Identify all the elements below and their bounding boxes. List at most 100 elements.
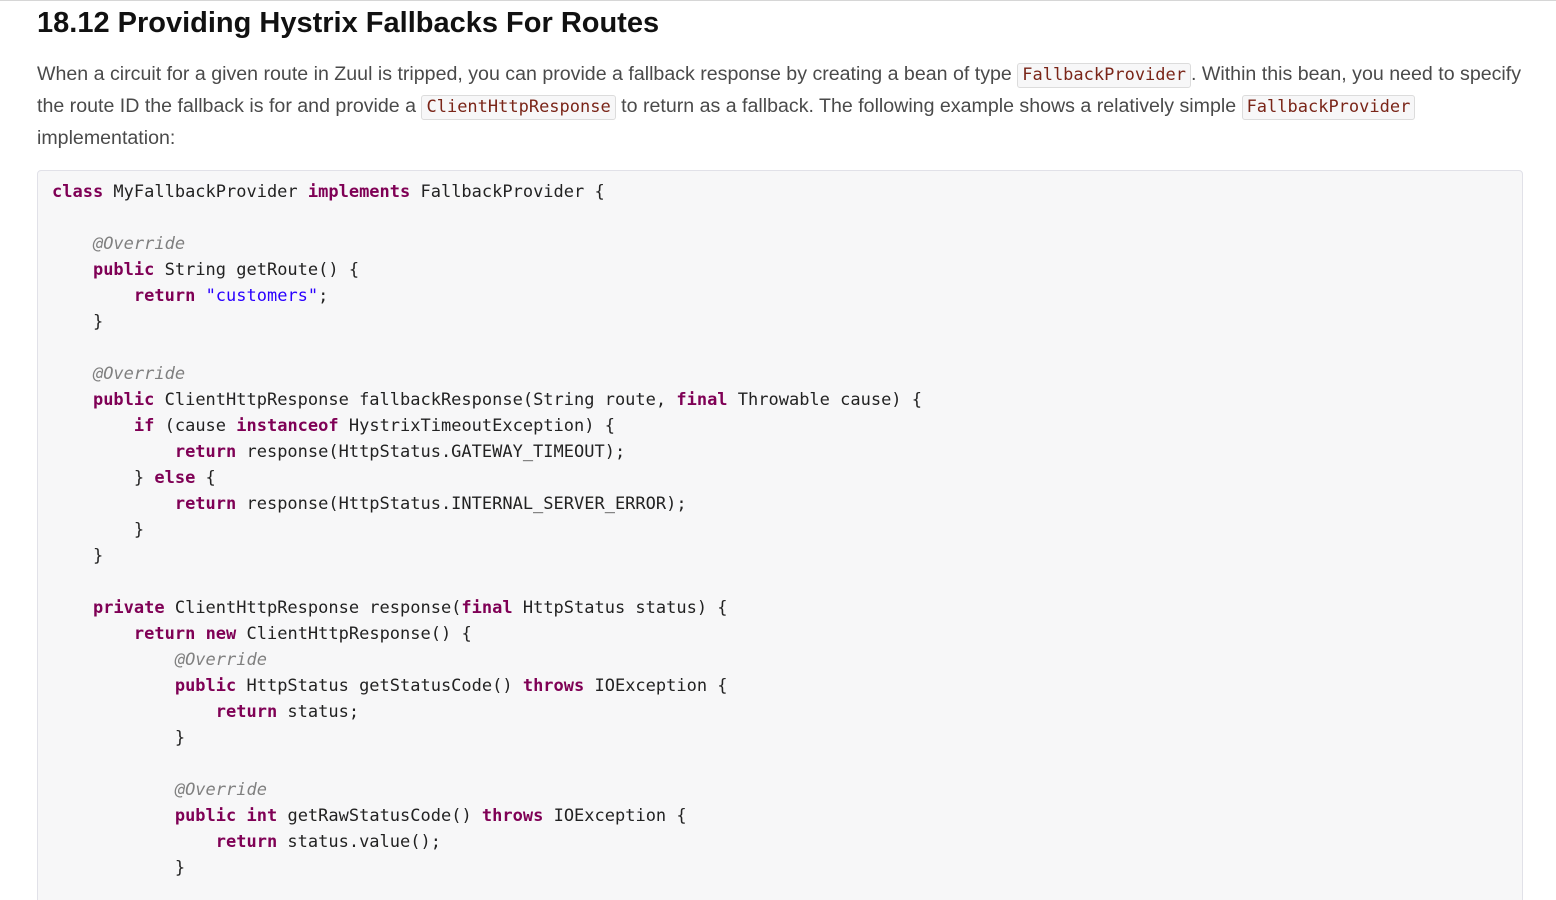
code-token-ann: @Override: [92, 234, 186, 254]
code-token-plain: status.value();: [277, 832, 441, 852]
code-token-plain: }: [52, 546, 104, 566]
code-line: return status.value();: [52, 829, 441, 855]
code-line: }: [52, 855, 185, 881]
code-token-plain: String getRoute() {: [154, 260, 360, 280]
code-token-plain: getRawStatusCode(): [277, 806, 482, 826]
code-token-kw: return: [133, 624, 196, 644]
code-line: return "customers";: [52, 283, 329, 309]
code-token-kw: return: [174, 494, 237, 514]
intro-text-4: implementation:: [37, 127, 176, 149]
code-token-kw: return: [174, 442, 237, 462]
inline-code-clienthttpresponse: ClientHttpResponse: [421, 95, 616, 120]
code-token-kw: final: [676, 390, 728, 410]
code-line: public String getRoute() {: [52, 257, 359, 283]
code-line: @Override: [52, 361, 185, 387]
code-line: }: [52, 725, 185, 751]
code-line: @Override: [52, 647, 267, 673]
code-token-ann: @Override: [174, 780, 267, 800]
code-token-kw: final: [461, 598, 513, 618]
code-token-kw: else: [154, 468, 196, 488]
code-token-plain: status;: [277, 702, 360, 722]
inline-code-fallbackprovider-2: FallbackProvider: [1241, 95, 1416, 120]
inline-code-fallbackprovider: FallbackProvider: [1017, 63, 1191, 88]
code-token-kw: return: [133, 286, 196, 306]
code-token-kw: throws: [522, 676, 585, 696]
code-token-plain: }: [52, 728, 186, 748]
code-token-str: "customers": [205, 286, 319, 306]
document-content: 18.12 Providing Hystrix Fallbacks For Ro…: [37, 0, 1525, 900]
code-token-plain: ClientHttpResponse() {: [236, 624, 472, 644]
code-token-plain: ClientHttpResponse response(: [164, 598, 462, 618]
code-line: if (cause instanceof HystrixTimeoutExcep…: [52, 413, 615, 439]
code-token-kw: public: [92, 260, 155, 280]
code-token-plain: response(HttpStatus.GATEWAY_TIMEOUT);: [236, 442, 626, 462]
code-line: @Override: [52, 777, 267, 803]
code-token-kw: new: [205, 624, 237, 644]
code-token-plain: MyFallbackProvider: [103, 182, 308, 202]
code-token-kw: int: [246, 806, 278, 826]
code-line: return response(HttpStatus.GATEWAY_TIMEO…: [52, 439, 625, 465]
code-token-plain: Throwable cause) {: [727, 390, 923, 410]
code-token-plain: }: [52, 858, 186, 878]
code-line: } else {: [52, 465, 216, 491]
code-line: return new ClientHttpResponse() {: [52, 621, 472, 647]
intro-text-1: When a circuit for a given route in Zuul…: [37, 63, 1018, 85]
code-token-plain: HttpStatus status) {: [512, 598, 728, 618]
code-token-plain: ;: [318, 286, 329, 306]
code-line: }: [52, 543, 103, 569]
code-line: }: [52, 517, 144, 543]
code-token-kw: if: [133, 416, 155, 436]
code-token-kw: instanceof: [236, 416, 339, 436]
code-line: public HttpStatus getStatusCode() throws…: [52, 673, 728, 699]
code-line: public ClientHttpResponse fallbackRespon…: [52, 387, 922, 413]
code-token-kw: implements: [307, 182, 411, 202]
code-token-kw: public: [174, 806, 237, 826]
code-line: }: [52, 309, 103, 335]
intro-paragraph: When a circuit for a given route in Zuul…: [37, 59, 1525, 154]
code-token-plain: IOException {: [543, 806, 687, 826]
code-token-plain: }: [52, 468, 155, 488]
code-token-plain: IOException {: [584, 676, 728, 696]
code-line: return response(HttpStatus.INTERNAL_SERV…: [52, 491, 687, 517]
code-token-plain: response(HttpStatus.INTERNAL_SERVER_ERRO…: [236, 494, 687, 514]
code-token-ann: @Override: [174, 650, 267, 670]
code-line: private ClientHttpResponse response(fina…: [52, 595, 728, 621]
code-line: class MyFallbackProvider implements Fall…: [52, 179, 605, 205]
code-token-kw: return: [215, 832, 278, 852]
code-token-kw: throws: [481, 806, 544, 826]
code-token-plain: HttpStatus getStatusCode(): [236, 676, 523, 696]
code-token-kw: private: [92, 598, 165, 618]
code-token-kw: class: [52, 182, 104, 202]
code-token-plain: }: [52, 312, 104, 332]
code-token-plain: ClientHttpResponse fallbackResponse(Stri…: [154, 390, 677, 410]
code-token-kw: public: [92, 390, 155, 410]
code-token-ann: @Override: [92, 364, 186, 384]
intro-text-3: to return as a fallback. The following e…: [615, 95, 1242, 117]
code-token-plain: FallbackProvider {: [410, 182, 605, 202]
code-token-plain: (cause: [154, 416, 237, 436]
code-listing[interactable]: class MyFallbackProvider implements Fall…: [37, 170, 1523, 900]
code-line: @Override: [52, 231, 185, 257]
section-title: 18.12 Providing Hystrix Fallbacks For Ro…: [37, 7, 660, 39]
code-token-plain: HystrixTimeoutException) {: [338, 416, 615, 436]
code-token-kw: return: [215, 702, 278, 722]
